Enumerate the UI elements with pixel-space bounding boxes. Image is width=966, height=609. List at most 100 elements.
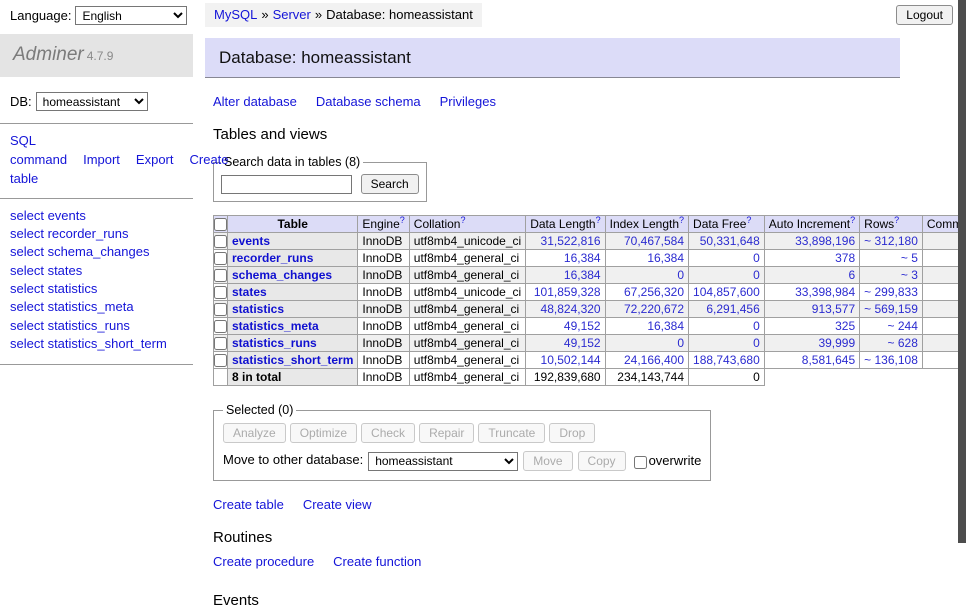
index-length-link[interactable]: 16,384: [647, 251, 684, 265]
help-icon[interactable]: ?: [679, 216, 684, 226]
index-length-link[interactable]: 16,384: [647, 319, 684, 333]
database-action-link[interactable]: Database schema: [316, 94, 421, 109]
search-button[interactable]: Search: [361, 174, 419, 194]
data-free-link[interactable]: 0: [753, 251, 760, 265]
overwrite-checkbox[interactable]: [634, 456, 647, 469]
help-icon[interactable]: ?: [596, 216, 601, 226]
row-checkbox[interactable]: [214, 235, 227, 248]
selected-action-button[interactable]: Drop: [549, 423, 595, 443]
rows-link[interactable]: ~ 628: [888, 336, 918, 350]
rows-link[interactable]: ~ 569,159: [864, 302, 918, 316]
table-name-link[interactable]: statistics_runs: [232, 336, 317, 350]
auto-increment-link[interactable]: 6: [848, 268, 855, 282]
table-name-link[interactable]: events: [232, 234, 270, 248]
help-icon[interactable]: ?: [894, 216, 899, 226]
create-link[interactable]: Create table: [213, 497, 284, 512]
sidebar-table-link[interactable]: select statistics_short_term: [10, 336, 167, 351]
search-input[interactable]: [221, 175, 352, 194]
help-icon[interactable]: ?: [746, 216, 751, 226]
sidebar-action-link[interactable]: Import: [83, 152, 120, 167]
data-length-link[interactable]: 16,384: [564, 251, 601, 265]
index-length-link[interactable]: 0: [677, 268, 684, 282]
breadcrumb-mysql-link[interactable]: MySQL: [214, 7, 257, 22]
data-free-link[interactable]: 6,291,456: [706, 302, 759, 316]
sidebar-table-link[interactable]: select statistics_runs: [10, 318, 130, 333]
help-icon[interactable]: ?: [400, 216, 405, 226]
index-length-link[interactable]: 70,467,584: [624, 234, 684, 248]
row-checkbox[interactable]: [214, 354, 227, 367]
auto-increment-link[interactable]: 33,898,196: [795, 234, 855, 248]
database-action-link[interactable]: Alter database: [213, 94, 297, 109]
auto-increment-link[interactable]: 378: [835, 251, 855, 265]
auto-increment-link[interactable]: 325: [835, 319, 855, 333]
sidebar-action-link[interactable]: Export: [136, 152, 174, 167]
rows-link[interactable]: ~ 136,108: [864, 353, 918, 367]
index-length-link[interactable]: 67,256,320: [624, 285, 684, 299]
db-select[interactable]: homeassistant: [36, 92, 148, 111]
rows-link[interactable]: ~ 5: [901, 251, 918, 265]
rows-link[interactable]: ~ 299,833: [864, 285, 918, 299]
data-length-link[interactable]: 101,859,328: [534, 285, 601, 299]
move-db-select[interactable]: homeassistant: [368, 452, 518, 471]
table-name-link[interactable]: statistics: [232, 302, 284, 316]
data-length-link[interactable]: 16,384: [564, 268, 601, 282]
index-length-link[interactable]: 24,166,400: [624, 353, 684, 367]
index-length-link[interactable]: 72,220,672: [624, 302, 684, 316]
create-link[interactable]: Create view: [303, 497, 372, 512]
data-free-link[interactable]: 104,857,600: [693, 285, 760, 299]
data-length-link[interactable]: 10,502,144: [541, 353, 601, 367]
routine-link[interactable]: Create procedure: [213, 554, 314, 569]
rows-link[interactable]: ~ 3: [901, 268, 918, 282]
row-checkbox[interactable]: [214, 303, 227, 316]
sidebar-table-link[interactable]: select recorder_runs: [10, 226, 129, 241]
sidebar-action-link[interactable]: SQL command: [10, 133, 67, 167]
data-free-link[interactable]: 188,743,680: [693, 353, 760, 367]
selected-action-button[interactable]: Optimize: [290, 423, 357, 443]
auto-increment-link[interactable]: 8,581,645: [802, 353, 855, 367]
table-name-link[interactable]: recorder_runs: [232, 251, 313, 265]
sidebar-table-link[interactable]: select statistics: [10, 281, 97, 296]
data-length-link[interactable]: 49,152: [564, 336, 601, 350]
selected-action-button[interactable]: Repair: [419, 423, 474, 443]
sidebar-table-link[interactable]: select states: [10, 263, 82, 278]
select-all-checkbox[interactable]: [214, 218, 227, 231]
selected-action-button[interactable]: Check: [361, 423, 415, 443]
language-select[interactable]: English: [75, 6, 187, 25]
row-checkbox[interactable]: [214, 337, 227, 350]
sidebar-table-link[interactable]: select schema_changes: [10, 244, 149, 259]
data-free-link[interactable]: 0: [753, 319, 760, 333]
auto-increment-link[interactable]: 33,398,984: [795, 285, 855, 299]
table-name-link[interactable]: statistics_meta: [232, 319, 319, 333]
selected-action-button[interactable]: Truncate: [478, 423, 545, 443]
help-icon[interactable]: ?: [850, 216, 855, 226]
row-checkbox[interactable]: [214, 252, 227, 265]
routine-link[interactable]: Create function: [333, 554, 421, 569]
data-length-link[interactable]: 49,152: [564, 319, 601, 333]
vertical-scrollbar[interactable]: [958, 0, 966, 543]
data-free-link[interactable]: 0: [753, 268, 760, 282]
table-name-link[interactable]: statistics_short_term: [232, 353, 353, 367]
row-checkbox[interactable]: [214, 269, 227, 282]
data-length-link[interactable]: 48,824,320: [541, 302, 601, 316]
logout-button[interactable]: Logout: [896, 5, 953, 25]
rows-link[interactable]: ~ 312,180: [864, 234, 918, 248]
table-name-link[interactable]: schema_changes: [232, 268, 332, 282]
selected-action-button[interactable]: Analyze: [223, 423, 286, 443]
auto-increment-link[interactable]: 39,999: [818, 336, 855, 350]
breadcrumb-server-link[interactable]: Server: [273, 7, 311, 22]
sidebar-table-link[interactable]: select statistics_meta: [10, 299, 134, 314]
data-free-link[interactable]: 50,331,648: [700, 234, 760, 248]
adminer-logo[interactable]: Adminer4.7.9: [0, 34, 193, 77]
auto-increment-link[interactable]: 913,577: [812, 302, 855, 316]
copy-button[interactable]: Copy: [578, 451, 626, 471]
index-length-link[interactable]: 0: [677, 336, 684, 350]
row-checkbox[interactable]: [214, 320, 227, 333]
sidebar-table-link[interactable]: select events: [10, 208, 86, 223]
move-button[interactable]: Move: [523, 451, 572, 471]
database-action-link[interactable]: Privileges: [440, 94, 496, 109]
help-icon[interactable]: ?: [460, 216, 465, 226]
rows-link[interactable]: ~ 244: [888, 319, 918, 333]
data-length-link[interactable]: 31,522,816: [541, 234, 601, 248]
data-free-link[interactable]: 0: [753, 336, 760, 350]
row-checkbox[interactable]: [214, 286, 227, 299]
